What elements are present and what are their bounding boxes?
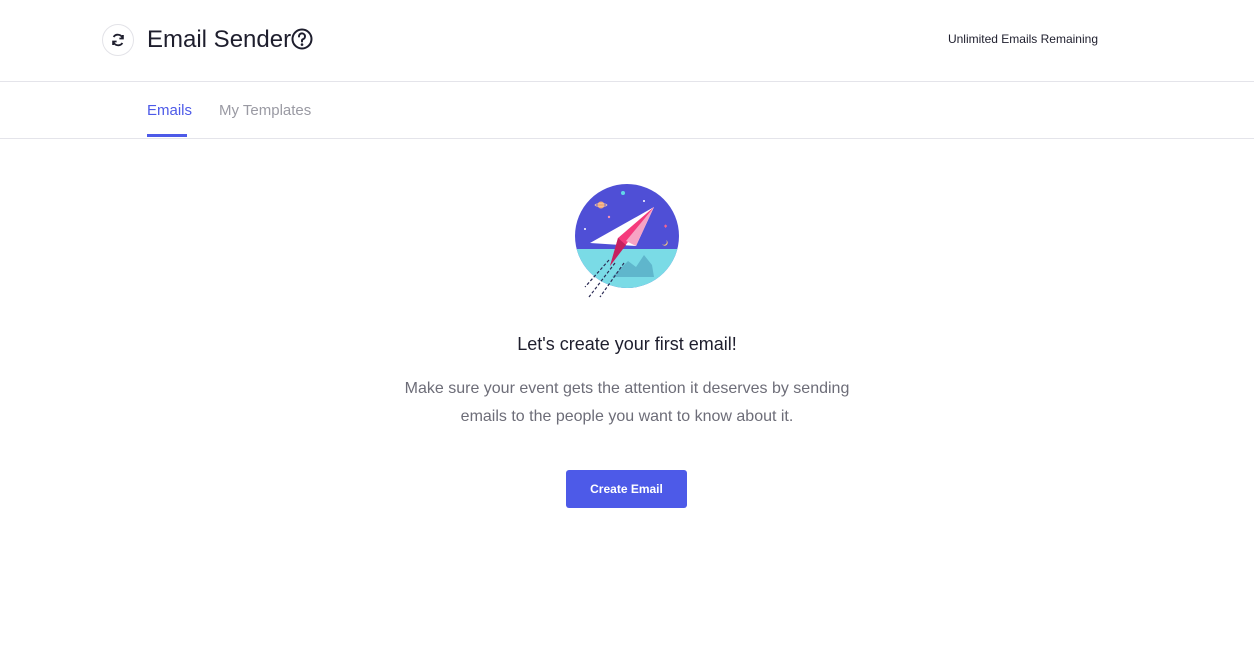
tab-emails[interactable]: Emails bbox=[147, 101, 192, 121]
help-icon[interactable] bbox=[290, 27, 314, 51]
active-tab-indicator bbox=[147, 134, 187, 137]
refresh-button[interactable] bbox=[102, 24, 134, 56]
tab-bar: Emails My Templates bbox=[0, 82, 1254, 139]
empty-state-title: Let's create your first email! bbox=[517, 334, 737, 354]
tab-my-templates[interactable]: My Templates bbox=[219, 101, 311, 121]
empty-state-description: Make sure your event gets the attention … bbox=[404, 380, 850, 425]
page-title: Email Sender bbox=[147, 26, 292, 53]
paper-plane-illustration bbox=[575, 184, 679, 298]
emails-remaining-label: Unlimited Emails Remaining bbox=[947, 32, 1098, 46]
app-header: Email Sender Unlimited Emails Remaining bbox=[0, 0, 1254, 82]
create-email-button[interactable]: Create Email bbox=[566, 470, 687, 508]
refresh-icon bbox=[112, 33, 124, 47]
